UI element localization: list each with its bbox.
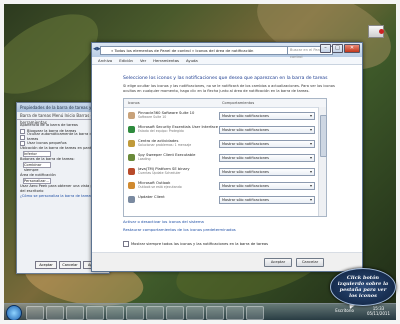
- app-title: Updater Client: [138, 195, 165, 199]
- callout-text: Click botón izquierdo sobre la pestaña p…: [337, 275, 389, 299]
- app-subtitle: Solucionar problemas: 1 mensaje: [138, 143, 192, 148]
- app-icon: [128, 126, 135, 133]
- app-icon: [128, 196, 135, 203]
- window-controls: – □ ✕: [320, 44, 360, 53]
- close-icon[interactable]: ✕: [344, 44, 360, 53]
- menu-item-ayuda[interactable]: Ayuda: [186, 57, 198, 64]
- cancel-button[interactable]: Cancelar: [59, 261, 81, 269]
- content-area: Seleccione los iconos y las notificacion…: [92, 65, 362, 271]
- column-header-icons: Iconos: [128, 101, 140, 105]
- app-name: Updater Client: [138, 195, 218, 199]
- always-show-checkbox[interactable]: [123, 241, 129, 247]
- taskbar-button[interactable]: [26, 306, 44, 320]
- breadcrumb[interactable]: « Todos los elementos de Panel de contro…: [100, 46, 292, 55]
- app-subtitle: Loading: [138, 157, 151, 162]
- taskbar-button[interactable]: [126, 306, 144, 320]
- table-row: Java(TM) Platform SE binary Cuentas Updat…: [124, 165, 318, 178]
- app-name: Microsoft Outlook Outlook se está ejecuta…: [138, 181, 218, 190]
- dialog-footer: Aceptar Cancelar: [92, 252, 362, 271]
- app-icon: [128, 140, 135, 147]
- column-header-behaviors: Comportamientos: [222, 101, 255, 105]
- buttons-select[interactable]: Combinar siempre: [23, 162, 51, 172]
- behavior-select[interactable]: Mostrar sólo notificaciones: [219, 182, 315, 190]
- taskbar-button[interactable]: [106, 306, 124, 320]
- scroll-thumb[interactable]: [320, 115, 327, 157]
- always-show-label: Mostrar siempre todos los iconos y las n…: [131, 242, 269, 246]
- behavior-select[interactable]: Mostrar sólo notificaciones: [219, 168, 315, 176]
- checkbox[interactable]: [20, 128, 25, 134]
- desktop-icon[interactable]: [366, 25, 384, 41]
- behavior-select[interactable]: Mostrar sólo notificaciones: [219, 140, 315, 148]
- table-row: Microsoft Security Essentials User Inter…: [124, 123, 318, 136]
- table-row: Centro de actividades Solucionar problema…: [124, 137, 318, 150]
- app-name: Microsoft Security Essentials User Inter…: [138, 125, 218, 134]
- app-icon: [128, 112, 135, 119]
- maximize-icon[interactable]: □: [332, 44, 343, 53]
- app-subtitle: Estado del equipo: Protegido: [138, 129, 184, 134]
- menu-item-edicion[interactable]: Edición: [119, 57, 133, 64]
- page-title: Seleccione los iconos y las notificacion…: [123, 76, 328, 81]
- checkbox[interactable]: [20, 140, 25, 146]
- notification-icons-window: ◀ ▶ « Todos los elementos de Panel de co…: [91, 42, 363, 272]
- taskbar-button[interactable]: [166, 306, 184, 320]
- always-show-option[interactable]: Mostrar siempre todos los iconos y las n…: [123, 241, 268, 247]
- taskbar-button[interactable]: [66, 306, 84, 320]
- taskbar-button[interactable]: [186, 306, 204, 320]
- menu-item-archivo[interactable]: Archivo: [98, 57, 112, 64]
- app-name: Spy Sweeper Client Executable Loading: [138, 153, 218, 162]
- behavior-select[interactable]: Mostrar sólo notificaciones: [219, 196, 315, 204]
- back-icon[interactable]: ◀: [93, 46, 97, 52]
- app-subtitle: Software Suite 10: [138, 115, 167, 120]
- app-subtitle: Cuentas Update Scheduler: [138, 171, 181, 176]
- table-row: Pinnacle360 Software Suite 10 Software Su…: [124, 109, 318, 122]
- app-name: Pinnacle360 Software Suite 10 Software Su…: [138, 111, 218, 120]
- table-scrollbar[interactable]: [318, 107, 327, 216]
- taskbar-button[interactable]: [206, 306, 224, 320]
- clock[interactable]: 15:33 05/11/2011: [367, 306, 390, 316]
- table-row: Microsoft Outlook Outlook se está ejecuta…: [124, 179, 318, 192]
- app-name: Java(TM) Platform SE binary Cuentas Updat…: [138, 167, 218, 176]
- option-label: Usar iconos pequeños: [27, 140, 67, 145]
- menu-item-herramientas[interactable]: Herramientas: [153, 57, 179, 64]
- behavior-select[interactable]: Mostrar sólo notificaciones: [219, 126, 315, 134]
- title-bar: ◀ ▶ « Todos los elementos de Panel de co…: [92, 43, 362, 59]
- ok-button[interactable]: Aceptar: [264, 258, 292, 267]
- system-icons-link[interactable]: Activar o desactivar los iconos del sist…: [123, 219, 204, 224]
- app-subtitle: Outlook se está ejecutando: [138, 185, 182, 190]
- taskbar-button[interactable]: [46, 306, 64, 320]
- app-icon: [128, 154, 135, 161]
- minimize-icon[interactable]: –: [320, 44, 331, 53]
- clock-date: 05/11/2011: [366, 311, 390, 316]
- behavior-select[interactable]: Mostrar sólo notificaciones: [219, 154, 315, 162]
- taskbar-button[interactable]: [226, 306, 244, 320]
- screenshot-frame: Propiedades de la barra de tareas y del …: [0, 0, 400, 324]
- table-row: Updater Client Mostrar sólo notificacione…: [124, 193, 318, 206]
- taskbar-button[interactable]: [86, 306, 104, 320]
- table-row: Spy Sweeper Client Executable Loading Most…: [124, 151, 318, 164]
- badge-icon: [379, 29, 384, 34]
- taskbar-button[interactable]: [146, 306, 164, 320]
- start-button[interactable]: [6, 305, 22, 320]
- taskbar-button[interactable]: [246, 306, 264, 320]
- menu-bar: Archivo Edición Ver Herramientas Ayuda: [92, 57, 362, 65]
- icons-table: Iconos Comportamientos Pinnacle360 Softw…: [123, 98, 327, 217]
- table-header: Iconos Comportamientos: [124, 99, 326, 108]
- app-icon: [128, 168, 135, 175]
- restore-defaults-link[interactable]: Restaurar comportamientos de los iconos …: [123, 227, 236, 232]
- page-description: Si elige ocultar los iconos y las notifi…: [123, 84, 335, 93]
- instruction-callout: Click botón izquierdo sobre la pestaña p…: [330, 268, 396, 306]
- accept-button[interactable]: Aceptar: [35, 261, 57, 269]
- app-icon: [128, 182, 135, 189]
- cancel-button[interactable]: Cancelar: [296, 258, 324, 267]
- behavior-select[interactable]: Mostrar sólo notificaciones: [219, 112, 315, 120]
- desktop: Propiedades de la barra de tareas y del …: [4, 4, 396, 320]
- app-name: Centro de actividades Solucionar problema…: [138, 139, 218, 148]
- menu-item-ver[interactable]: Ver: [140, 57, 146, 64]
- taskbar: Escritorio 15:33 05/11/2011: [4, 303, 396, 320]
- checkbox[interactable]: [20, 134, 25, 140]
